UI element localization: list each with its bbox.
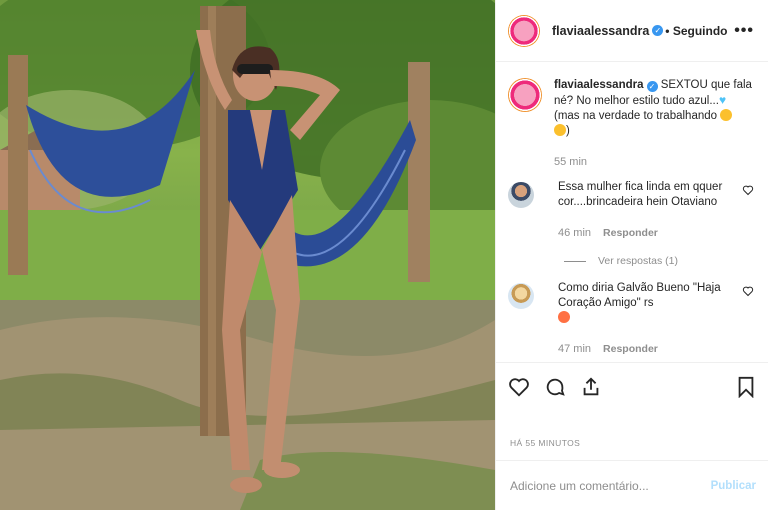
post-comment-button[interactable]: Publicar: [711, 480, 756, 492]
comment-text: Essa mulher fica linda em qquer cor....b…: [558, 181, 723, 208]
caption-time: 55 min: [554, 156, 588, 168]
view-replies-button[interactable]: Ver respostas (1): [564, 255, 754, 267]
avatar[interactable]: [508, 283, 534, 309]
laughing-emoji-icon: [720, 109, 733, 121]
comment-item: Essa mulher fica linda em qquer cor....b…: [508, 180, 754, 241]
avatar[interactable]: [508, 14, 540, 47]
blue-heart-icon: ♥: [718, 93, 727, 107]
heart-icon[interactable]: [742, 184, 754, 196]
comment-time: 46 min: [558, 227, 592, 239]
comment-input[interactable]: [510, 478, 711, 493]
laughing-emoji-icon: [554, 124, 566, 136]
reply-button[interactable]: Responder: [603, 343, 658, 355]
follow-status[interactable]: • Seguindo: [665, 24, 727, 38]
verified-icon: ✓: [646, 81, 658, 92]
photo-illustration: [0, 0, 495, 510]
post-sidebar: flaviaalessandra ✓ • Seguindo ••• flavia…: [495, 0, 768, 510]
comment-item: Como diria Galvão Bueno "Haja Coração Am…: [508, 281, 754, 357]
post-timestamp: HÁ 55 MINUTOS: [510, 438, 581, 448]
avatar[interactable]: [508, 182, 534, 208]
post-photo[interactable]: [0, 0, 495, 510]
reply-button[interactable]: Responder: [603, 227, 658, 239]
caption-username[interactable]: flaviaalessandra: [554, 79, 644, 91]
comment-time: 47 min: [558, 343, 592, 355]
bookmark-icon[interactable]: [736, 376, 756, 398]
caption-text-3: ): [566, 125, 570, 137]
view-replies-label: Ver respostas (1): [598, 255, 678, 267]
comments-list: flaviaalessandra ✓ SEXTOU que fala né? No…: [496, 62, 768, 362]
divider: [564, 260, 586, 262]
comment-text: Como diria Galvão Bueno "Haja Coração Am…: [558, 282, 721, 309]
heart-icon[interactable]: [508, 376, 530, 398]
heart-icon[interactable]: [742, 285, 754, 297]
share-icon[interactable]: [580, 376, 602, 398]
more-icon[interactable]: •••: [734, 22, 754, 40]
avatar[interactable]: [508, 78, 542, 112]
username-link[interactable]: flaviaalessandra: [552, 24, 649, 38]
action-bar: [496, 362, 768, 410]
caption-text-2: (mas na verdade to trabalhando: [554, 110, 718, 122]
post-header: flaviaalessandra ✓ • Seguindo •••: [496, 0, 768, 62]
comment-icon[interactable]: [544, 376, 566, 398]
caption: flaviaalessandra ✓ SEXTOU que fala né? No…: [508, 78, 754, 170]
add-comment-bar: Publicar: [496, 460, 768, 510]
verified-icon: ✓: [652, 25, 664, 36]
heart-eyes-emoji-icon: [558, 311, 570, 323]
